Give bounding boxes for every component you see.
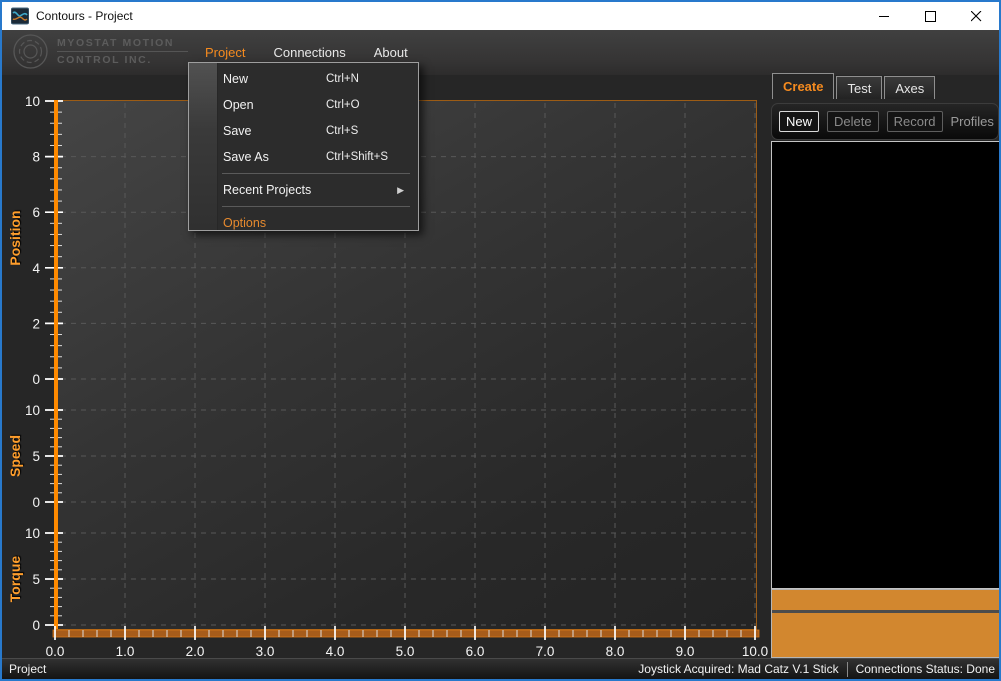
y-axis-label-speed: Speed	[7, 426, 23, 486]
svg-text:6: 6	[32, 205, 40, 220]
tab-create[interactable]: Create	[772, 73, 834, 99]
profiles-label: Profiles	[951, 114, 994, 129]
menu-item-label: Options	[223, 216, 266, 230]
status-joystick: Joystick Acquired: Mad Catz V.1 Stick	[638, 662, 838, 676]
status-connections: Connections Status: Done	[856, 662, 999, 676]
menu-item-save-as[interactable]: Save As Ctrl+Shift+S	[189, 144, 418, 170]
minimize-button[interactable]	[861, 2, 907, 30]
svg-text:10: 10	[25, 526, 40, 541]
svg-text:2: 2	[32, 316, 40, 331]
menu-separator	[222, 206, 410, 207]
svg-text:3.0: 3.0	[256, 644, 275, 659]
svg-text:5: 5	[32, 572, 40, 587]
profiles-toolbar: New Delete Record Profiles	[771, 103, 999, 140]
delete-button[interactable]: Delete	[827, 111, 879, 132]
tab-test[interactable]: Test	[836, 76, 882, 99]
menu-item-label: Save As	[223, 150, 269, 164]
menu-item-label: New	[223, 72, 248, 86]
menu-item-shortcut: Ctrl+O	[326, 99, 406, 111]
svg-text:8: 8	[32, 150, 40, 165]
new-button[interactable]: New	[779, 111, 819, 132]
profile-bars	[771, 589, 1000, 658]
svg-text:8.0: 8.0	[606, 644, 625, 659]
record-button[interactable]: Record	[887, 111, 943, 132]
svg-text:0: 0	[32, 495, 40, 510]
logo-text-line2: CONTROL INC.	[57, 52, 188, 66]
minimize-icon	[879, 11, 890, 22]
menubar-item-connections[interactable]: Connections	[273, 45, 345, 60]
titlebar[interactable]: Contours - Project	[2, 2, 999, 30]
y-axis-label-position: Position	[7, 193, 23, 283]
svg-text:5.0: 5.0	[396, 644, 415, 659]
svg-text:10: 10	[25, 403, 40, 418]
app-window: Contours - Project MYOSTAT MOTION CONTRO…	[0, 0, 1001, 681]
svg-text:7.0: 7.0	[536, 644, 555, 659]
window-title: Contours - Project	[36, 2, 133, 30]
svg-text:2.0: 2.0	[186, 644, 205, 659]
svg-text:10: 10	[25, 94, 40, 109]
submenu-arrow-icon: ▶	[397, 185, 406, 196]
svg-text:9.0: 9.0	[676, 644, 695, 659]
close-icon	[971, 11, 982, 22]
svg-text:1.0: 1.0	[116, 644, 135, 659]
gear-icon	[12, 33, 49, 70]
status-bar: Project Joystick Acquired: Mad Catz V.1 …	[2, 658, 999, 679]
header: MYOSTAT MOTION CONTROL INC. Project Conne…	[2, 30, 999, 75]
menu-item-save[interactable]: Save Ctrl+S	[189, 118, 418, 144]
right-panel-tabs: CreateTestAxes	[772, 73, 935, 99]
menubar-item-about[interactable]: About	[374, 45, 408, 60]
close-button[interactable]	[953, 2, 999, 30]
menu-separator	[222, 173, 410, 174]
orange-bar-bottom	[772, 613, 999, 657]
profile-list[interactable]	[771, 141, 1000, 589]
menu-item-new[interactable]: New Ctrl+N	[189, 66, 418, 92]
svg-text:6.0: 6.0	[466, 644, 485, 659]
menu-item-options[interactable]: Options	[189, 210, 418, 236]
svg-text:10.0: 10.0	[742, 644, 768, 659]
app-icon	[11, 7, 29, 25]
svg-text:0.0: 0.0	[46, 644, 65, 659]
status-project: Project	[2, 662, 46, 676]
maximize-button[interactable]	[907, 2, 953, 30]
menu-item-shortcut: Ctrl+N	[326, 73, 406, 85]
status-separator	[847, 662, 848, 677]
menu-item-open[interactable]: Open Ctrl+O	[189, 92, 418, 118]
orange-bar-top	[772, 590, 999, 610]
svg-text:4: 4	[32, 261, 40, 276]
svg-text:4.0: 4.0	[326, 644, 345, 659]
menubar-item-project[interactable]: Project	[205, 45, 245, 60]
svg-text:5: 5	[32, 449, 40, 464]
menu-item-shortcut: Ctrl+S	[326, 125, 406, 137]
company-logo: MYOSTAT MOTION CONTROL INC.	[12, 33, 188, 70]
menu-item-label: Recent Projects	[223, 183, 311, 197]
menu-item-label: Save	[223, 124, 252, 138]
svg-text:0: 0	[32, 372, 40, 387]
menu-item-recent-projects[interactable]: Recent Projects ▶	[189, 177, 418, 203]
svg-text:0: 0	[32, 618, 40, 633]
logo-text-line1: MYOSTAT MOTION	[57, 37, 188, 52]
menu-item-label: Open	[223, 98, 254, 112]
tab-axes[interactable]: Axes	[884, 76, 935, 99]
project-dropdown-menu: New Ctrl+N Open Ctrl+O Save Ctrl+S Save As Ctrl…	[188, 62, 419, 231]
y-axis-label-torque: Torque	[7, 549, 23, 609]
menu-item-shortcut: Ctrl+Shift+S	[326, 151, 406, 163]
maximize-icon	[925, 11, 936, 22]
